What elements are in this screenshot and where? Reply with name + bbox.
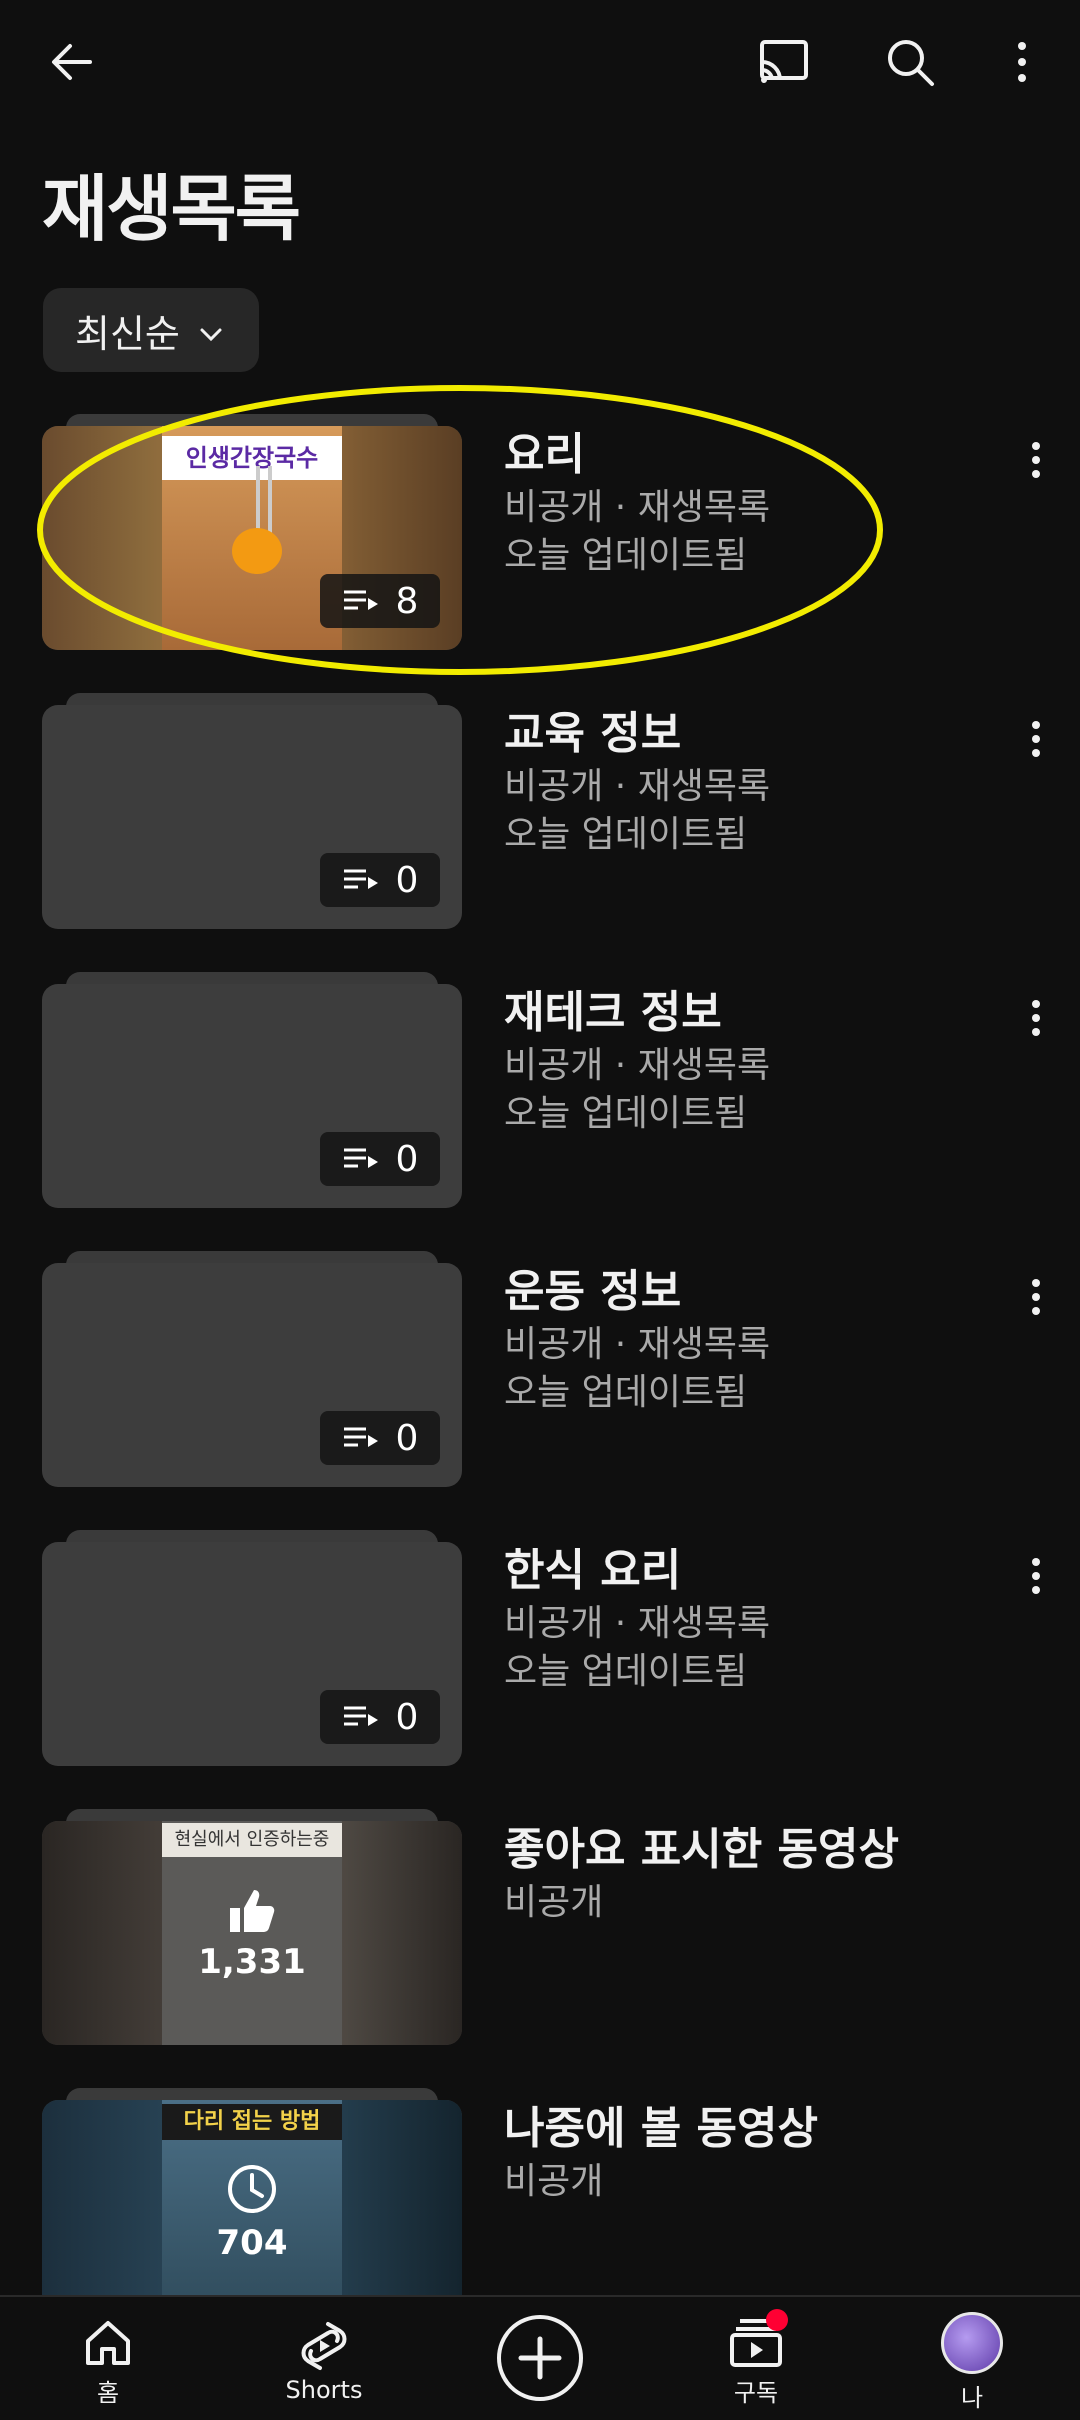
playlist-updated: 오늘 업데이트됨 xyxy=(504,814,748,855)
video-count-badge: 0 xyxy=(320,853,440,907)
top-app-bar xyxy=(0,0,1080,125)
playlist-thumbnail[interactable]: 현실에서 인증하는중 1,331 xyxy=(42,1805,462,2045)
playlist-visibility: 비공개 · 재생목록 xyxy=(504,1603,771,1644)
playlist-visibility: 비공개 xyxy=(504,2161,604,2202)
playlist-visibility: 비공개 · 재생목록 xyxy=(504,1045,771,1086)
playlist-thumbnail[interactable]: 0 xyxy=(42,1526,462,1766)
playlist-updated: 오늘 업데이트됨 xyxy=(504,1651,748,1692)
playlist-title: 재테크 정보 xyxy=(504,987,722,1038)
more-vert-icon[interactable] xyxy=(1016,988,1056,1048)
search-icon[interactable] xyxy=(878,30,942,94)
playlist-icon xyxy=(343,1427,378,1447)
playlist-thumbnail[interactable]: 0 xyxy=(42,689,462,929)
video-count-badge: 0 xyxy=(320,1690,440,1744)
playlist-item-finance[interactable]: 0 재테크 정보 비공개 · 재생목록 오늘 업데이트됨 xyxy=(0,968,1080,1208)
sort-label: 최신순 xyxy=(75,311,180,356)
playlist-updated: 오늘 업데이트됨 xyxy=(504,1372,748,1413)
playlist-updated: 오늘 업데이트됨 xyxy=(504,1093,748,1134)
thumbs-up-icon xyxy=(230,1890,275,1932)
playlist-icon xyxy=(343,1148,378,1168)
playlist-visibility: 비공개 · 재생목록 xyxy=(504,1324,771,1365)
more-vert-icon[interactable] xyxy=(1016,1267,1056,1327)
more-vert-icon[interactable] xyxy=(1016,709,1056,769)
playlist-title: 한식 요리 xyxy=(504,1545,682,1596)
nav-home[interactable]: 홈 xyxy=(38,2307,178,2417)
playlist-title: 나중에 볼 동영상 xyxy=(504,2103,818,2154)
playlist-title: 교육 정보 xyxy=(504,708,682,759)
nav-you[interactable]: 나 xyxy=(902,2307,1042,2417)
playlist-title: 운동 정보 xyxy=(504,1266,682,1317)
chevron-down-icon xyxy=(198,308,224,352)
sort-dropdown[interactable]: 최신순 xyxy=(43,288,259,372)
playlist-visibility: 비공개 xyxy=(504,1882,604,1923)
playlist-thumbnail[interactable]: 0 xyxy=(42,968,462,1208)
bottom-navigation: 홈 Shorts 구독 나 xyxy=(0,2295,1080,2420)
more-vert-icon[interactable] xyxy=(1016,1546,1056,1606)
create-plus-button[interactable] xyxy=(497,2315,583,2401)
more-vert-icon[interactable] xyxy=(990,30,1054,94)
highlight-ellipse xyxy=(37,385,883,675)
playlist-thumbnail[interactable]: 0 xyxy=(42,1247,462,1487)
video-count: 1,331 xyxy=(198,1942,306,1982)
playlist-item-korean-food[interactable]: 0 한식 요리 비공개 · 재생목록 오늘 업데이트됨 xyxy=(0,1526,1080,1766)
playlist-item-cooking[interactable]: 인생간장국수 8 요리 비공개 · 재생목록 오늘 업데이트됨 xyxy=(0,385,1080,675)
nav-shorts[interactable]: Shorts xyxy=(254,2307,394,2417)
back-arrow-icon[interactable] xyxy=(40,30,104,94)
nav-subscriptions[interactable]: 구독 xyxy=(686,2307,826,2417)
notification-dot xyxy=(766,2309,788,2331)
playlist-thumbnail[interactable]: 다리 접는 방법 704 xyxy=(42,2084,462,2324)
playlist-item-education[interactable]: 0 교육 정보 비공개 · 재생목록 오늘 업데이트됨 xyxy=(0,689,1080,929)
shorts-icon xyxy=(301,2322,347,2370)
playlist-visibility: 비공개 · 재생목록 xyxy=(504,766,771,807)
clock-icon xyxy=(228,2165,276,2213)
video-count-badge: 0 xyxy=(320,1411,440,1465)
plus-icon xyxy=(518,2336,562,2380)
playlist-item-liked-videos[interactable]: 현실에서 인증하는중 1,331 좋아요 표시한 동영상 비공개 xyxy=(0,1805,1080,2045)
playlist-title: 좋아요 표시한 동영상 xyxy=(504,1824,899,1875)
more-vert-icon[interactable] xyxy=(1016,430,1056,490)
video-count-badge: 0 xyxy=(320,1132,440,1186)
playlist-item-exercise[interactable]: 0 운동 정보 비공개 · 재생목록 오늘 업데이트됨 xyxy=(0,1247,1080,1487)
video-count: 704 xyxy=(216,2223,288,2263)
home-icon xyxy=(86,2320,130,2365)
cast-icon[interactable] xyxy=(752,30,816,94)
playlist-icon xyxy=(343,1706,378,1726)
avatar xyxy=(941,2311,1003,2374)
page-title: 재생목록 xyxy=(42,167,301,251)
playlist-item-watch-later[interactable]: 다리 접는 방법 704 나중에 볼 동영상 비공개 xyxy=(0,2084,1080,2324)
playlist-icon xyxy=(343,869,378,889)
